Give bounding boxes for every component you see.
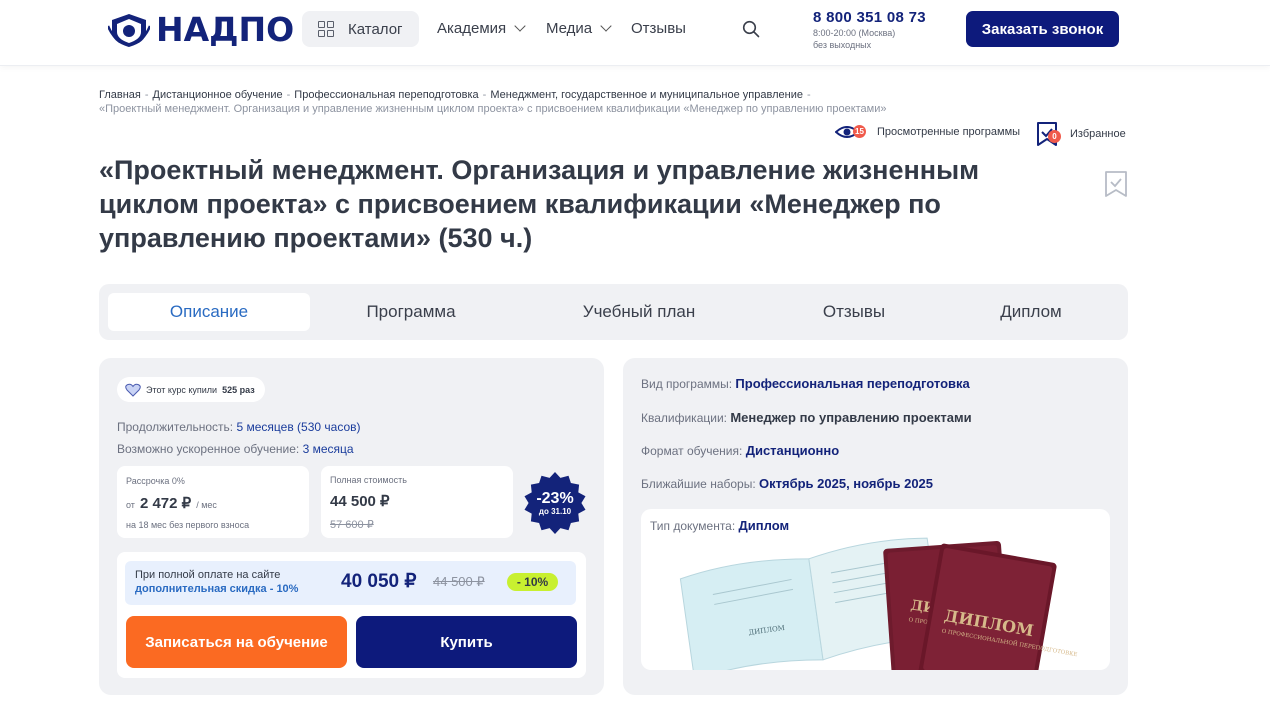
grid-icon — [318, 21, 334, 37]
installment-price: 2 472 ₽ — [139, 495, 192, 512]
intake-line: Ближайшие наборы: Октябрь 2025, ноябрь 2… — [641, 476, 933, 491]
nav-media[interactable]: Медиа — [546, 20, 612, 37]
breadcrumb: Главная - Дистанционное обучение - Профессио… — [99, 89, 887, 115]
purchases-badge: Этот курс купили 525 раз — [117, 377, 265, 402]
discount-until: до 31.10 — [538, 507, 572, 516]
extra-discount-chip: - 10% — [507, 573, 558, 591]
breadcrumb-home[interactable]: Главная — [99, 89, 141, 101]
catalog-button[interactable]: Каталог — [302, 11, 419, 47]
phone-number[interactable]: 8 800 351 08 73 — [813, 9, 926, 26]
breadcrumb-retraining[interactable]: Профессиональная переподготовка — [294, 89, 478, 101]
full-payment-line1: При полной оплате на сайте — [135, 569, 281, 581]
favorites-link[interactable]: 0 Избранное — [1036, 121, 1126, 147]
final-price-old: 44 500 ₽ — [433, 574, 485, 589]
full-price: 44 500 ₽ — [330, 493, 390, 510]
nav-academy-label: Академия — [437, 20, 507, 37]
program-type-value[interactable]: Профессиональная переподготовка — [735, 376, 969, 391]
bookmark-check-icon: 0 — [1036, 121, 1061, 147]
program-type-label: Вид программы: — [641, 377, 733, 391]
buy-button[interactable]: Купить — [356, 616, 577, 668]
installment-per: / мес — [196, 500, 217, 510]
intake-label: Ближайшие наборы: — [641, 477, 756, 491]
tab-bar: Описание Программа Учебный план Отзывы Д… — [99, 284, 1128, 340]
accelerated-label: Возможно ускоренное обучение: — [117, 442, 300, 456]
final-price: 40 050 ₽ — [341, 571, 417, 592]
full-price-box: Полная стоимость 44 500 ₽ 57 600 ₽ — [321, 466, 513, 538]
favorites-count-badge: 0 — [1048, 130, 1061, 143]
accelerated-line: Возможно ускоренное обучение: 3 месяца — [117, 442, 354, 456]
installment-from: от — [126, 500, 135, 510]
phone-block: 8 800 351 08 73 8:00-20:00 (Москва) без … — [813, 9, 926, 50]
nav-reviews-label: Отзывы — [631, 20, 686, 37]
tab-reviews[interactable]: Отзывы — [764, 293, 944, 331]
discount-badge: -23% до 31.10 — [524, 472, 586, 534]
breadcrumb-current: «Проектный менеджмент. Организация и упр… — [99, 103, 887, 115]
full-price-old: 57 600 ₽ — [330, 519, 374, 531]
chevron-down-icon — [514, 20, 526, 32]
program-type-line: Вид программы: Профессиональная переподг… — [641, 376, 970, 391]
program-info-card: Вид программы: Профессиональная переподг… — [623, 358, 1128, 695]
qualification-label: Квалификации: — [641, 411, 727, 425]
accelerated-value: 3 месяца — [302, 442, 354, 456]
tab-diploma[interactable]: Диплом — [941, 293, 1121, 331]
nav-media-label: Медиа — [546, 20, 593, 37]
duration-label: Продолжительность: — [117, 420, 234, 434]
page-title: «Проектный менеджмент. Организация и упр… — [99, 155, 980, 253]
document-preview: Тип документа: Диплом ДИПЛОМ ДИПЛОМ — [641, 509, 1110, 670]
duration-value: 5 месяцев (530 часов) — [236, 420, 361, 434]
full-payment-line2: дополнительная скидка - 10% — [135, 583, 299, 595]
favorites-label: Избранное — [1070, 128, 1126, 140]
payment-panel: При полной оплате на сайте дополнительна… — [117, 552, 586, 678]
full-payment-offer: При полной оплате на сайте дополнительна… — [125, 561, 576, 605]
viewed-count-badge: 15 — [853, 125, 866, 138]
duration-line: Продолжительность: 5 месяцев (530 часов) — [117, 420, 361, 434]
installment-note: на 18 мес без первого взноса — [126, 520, 250, 530]
installment-box: Рассрочка 0% от 2 472 ₽ / мес на 18 мес … — [117, 466, 309, 538]
logo-text: НАДПО — [156, 10, 295, 49]
search-icon[interactable] — [742, 20, 760, 38]
logo[interactable]: НАДПО — [108, 10, 294, 49]
discount-percent: -23% — [536, 490, 574, 507]
viewed-programs-link[interactable]: 15 Просмотренные программы — [834, 121, 1021, 143]
logo-emblem-icon — [108, 13, 150, 47]
tab-program[interactable]: Программа — [321, 293, 501, 331]
purchases-prefix: Этот курс купили — [146, 384, 218, 395]
phone-days: без выходных — [813, 40, 872, 50]
installment-price-line: от 2 472 ₽ / мес — [126, 494, 217, 512]
heart-icon — [125, 383, 141, 397]
format-value: Дистанционно — [745, 443, 840, 458]
qualification-line: Квалификации: Менеджер по управлению про… — [641, 410, 972, 425]
phone-hours: 8:00-20:00 (Москва) — [813, 28, 896, 38]
tab-curriculum[interactable]: Учебный план — [549, 293, 729, 331]
eye-icon: 15 — [834, 121, 867, 143]
breadcrumb-management[interactable]: Менеджмент, государственное и муниципаль… — [490, 89, 803, 101]
nav-academy[interactable]: Академия — [437, 20, 526, 37]
chevron-down-icon — [600, 20, 612, 32]
installment-title: Рассрочка 0% — [126, 476, 185, 486]
breadcrumb-distance[interactable]: Дистанционное обучение — [153, 89, 283, 101]
diploma-image: ДИПЛОМ ДИПЛОМ О ПРОФЕССИОНА ДИПЛОМ О ПРО… — [679, 537, 1078, 670]
catalog-label: Каталог — [348, 20, 403, 38]
enroll-button[interactable]: Записаться на обучение — [126, 616, 347, 668]
format-label: Формат обучения: — [641, 444, 743, 458]
bookmark-icon[interactable] — [1104, 170, 1128, 198]
pricing-card: Этот курс купили 525 раз Продолжительнос… — [99, 358, 604, 695]
site-header: НАДПО Каталог Академия Медиа Отзывы 8 80… — [0, 0, 1270, 66]
format-line: Формат обучения: Дистанционно — [641, 443, 839, 458]
nav-reviews[interactable]: Отзывы — [631, 20, 686, 37]
qualification-value: Менеджер по управлению проектами — [730, 410, 972, 425]
order-call-button[interactable]: Заказать звонок — [966, 11, 1119, 47]
purchases-count: 525 раз — [222, 384, 255, 395]
tab-description[interactable]: Описание — [108, 293, 310, 331]
viewed-programs-label: Просмотренные программы — [877, 126, 1021, 138]
full-price-title: Полная стоимость — [330, 475, 407, 485]
intake-value: Октябрь 2025, ноябрь 2025 — [759, 476, 934, 491]
